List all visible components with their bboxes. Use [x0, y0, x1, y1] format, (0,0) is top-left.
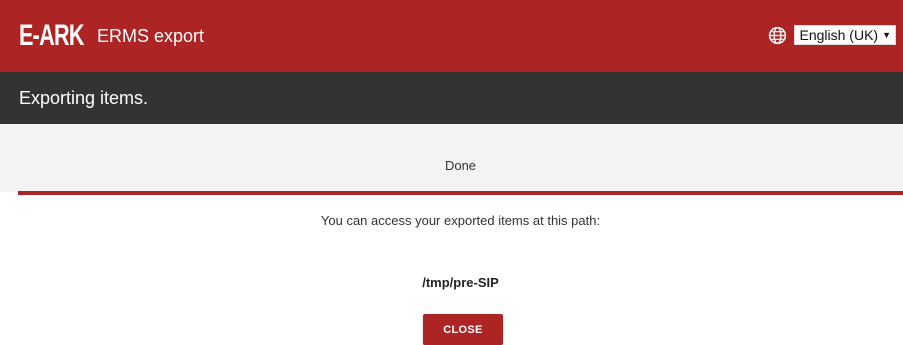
close-button[interactable]: CLOSE	[423, 314, 503, 345]
language-selector-area: English (UK) ▼	[768, 25, 896, 45]
e-ark-logo: E-ARK	[19, 19, 85, 52]
status-text: Done	[444, 158, 477, 173]
page-header-bar: Exporting items.	[0, 72, 903, 124]
language-select-value: English (UK)	[799, 27, 879, 43]
progress-divider	[18, 191, 903, 195]
status-panel: Done	[0, 124, 903, 192]
language-select[interactable]: English (UK) ▼	[794, 25, 896, 45]
globe-icon	[769, 26, 787, 44]
dropdown-arrow-icon: ▼	[882, 30, 891, 40]
export-info-text: You can access your exported items at th…	[320, 213, 601, 228]
top-app-bar: E-ARK ERMS export English (UK) ▼	[0, 0, 903, 72]
export-path: /tmp/pre-SIP	[422, 275, 499, 290]
app-title: ERMS export	[97, 25, 205, 46]
page-title: Exporting items.	[19, 87, 149, 108]
export-result-panel: Done You can access your exported items …	[0, 124, 903, 345]
